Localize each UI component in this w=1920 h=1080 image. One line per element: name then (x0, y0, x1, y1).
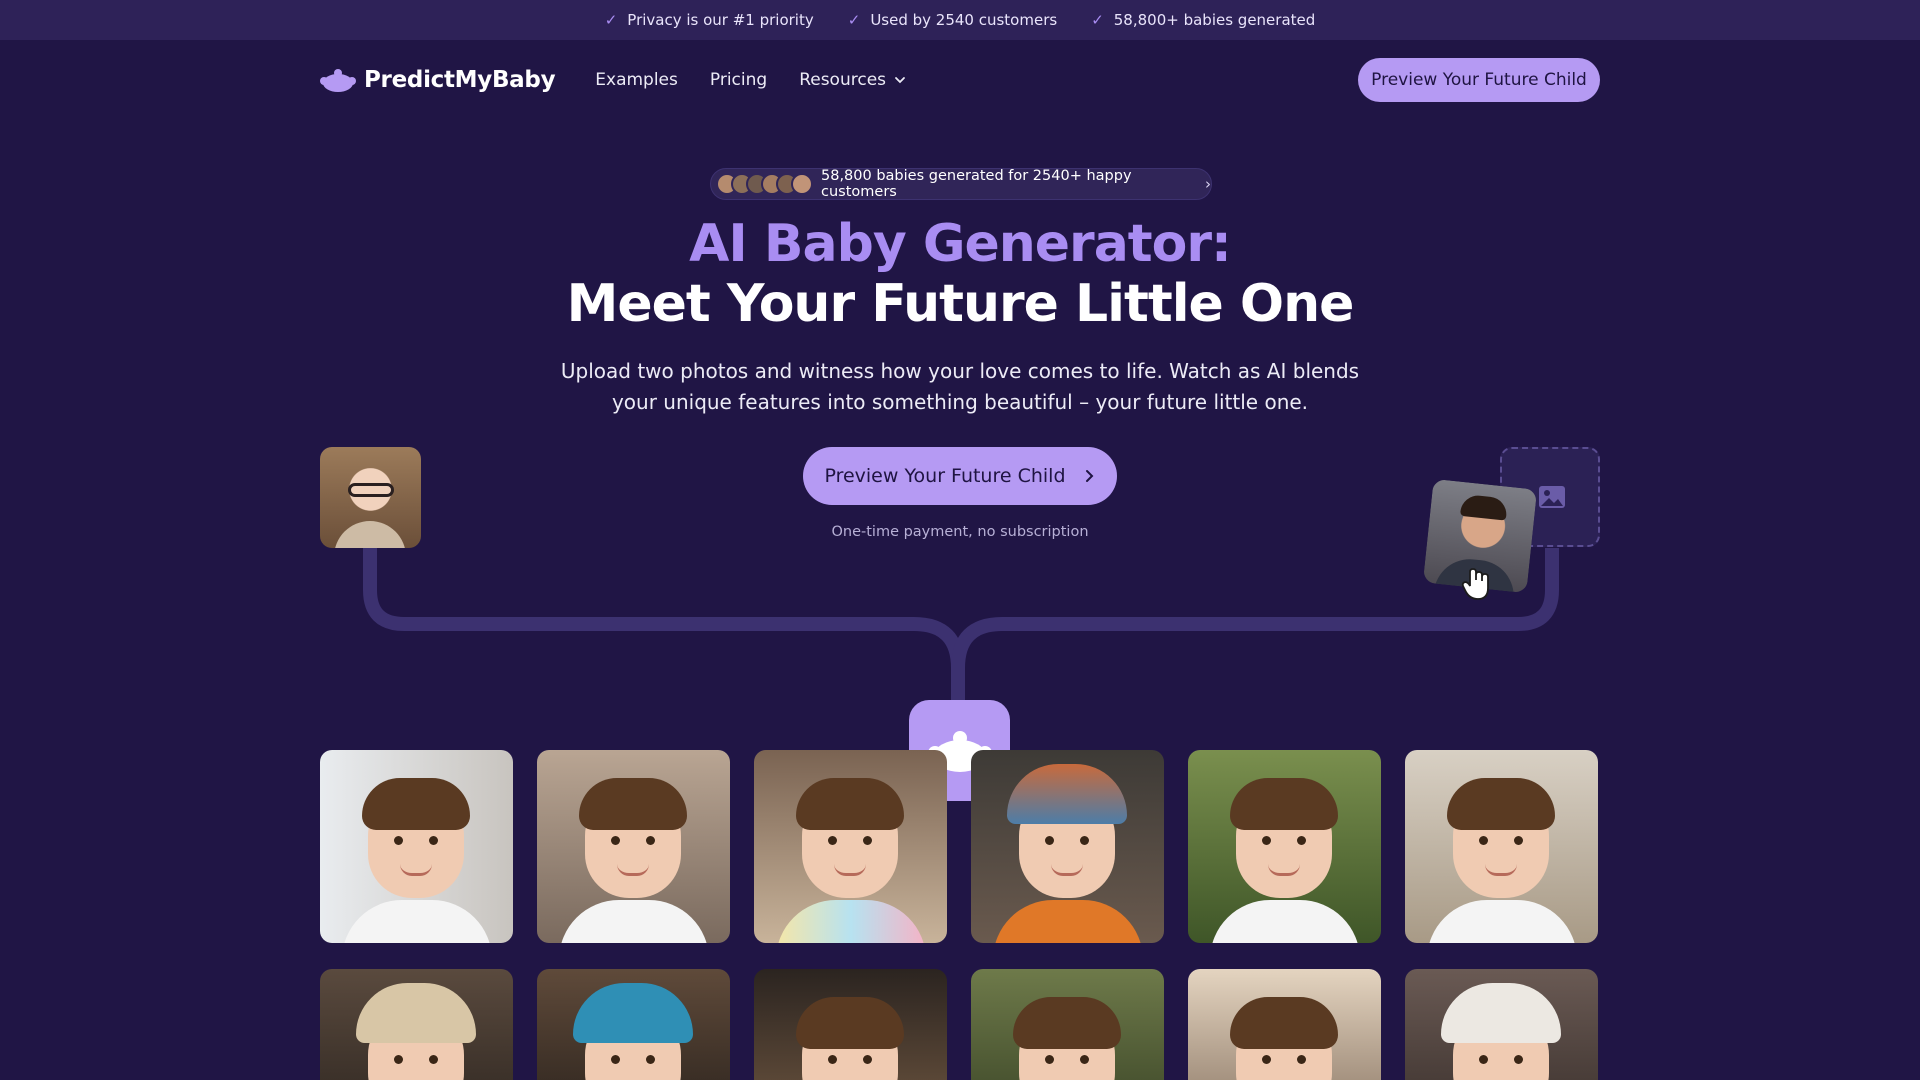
photo-eyes (828, 836, 872, 845)
photo-torso (1427, 900, 1577, 943)
chevron-down-icon (895, 77, 905, 84)
baby-photo (971, 969, 1164, 1080)
nav-preview-button[interactable]: Preview Your Future Child (1358, 58, 1600, 102)
brand-logo[interactable]: PredictMyBaby (320, 67, 556, 93)
topbar-item-customers: ✓ Used by 2540 customers (848, 11, 1057, 29)
photo-eyes (1262, 836, 1306, 845)
photo-eyes (1045, 836, 1089, 845)
photo-glasses (348, 483, 394, 497)
baby-photo (320, 969, 513, 1080)
baby-photo (754, 750, 947, 943)
photo-torso (1210, 900, 1360, 943)
photo-eyes (394, 836, 438, 845)
payment-note: One-time payment, no subscription (831, 524, 1089, 540)
baby-gallery-row-1 (320, 750, 1600, 943)
photo-beanie (1007, 764, 1127, 824)
photo-eyes (611, 1055, 655, 1064)
nav-links: Examples Pricing Resources (595, 70, 906, 90)
photo-eyes (828, 1055, 872, 1064)
photo-eyes (1479, 836, 1523, 845)
nav-link-resources[interactable]: Resources (799, 70, 906, 90)
baby-photo (537, 969, 730, 1080)
photo-beanie (573, 983, 693, 1043)
photo-hair (362, 778, 470, 830)
check-icon: ✓ (1091, 11, 1104, 29)
photo-hair (796, 778, 904, 830)
announcement-bar: ✓ Privacy is our #1 priority ✓ Used by 2… (0, 0, 1920, 40)
nav-link-examples[interactable]: Examples (595, 70, 678, 90)
check-icon: ✓ (604, 11, 618, 29)
baby-photo (1188, 750, 1381, 943)
hero-title-accent: AI Baby Generator: (689, 214, 1232, 274)
baby-head-icon (320, 69, 356, 92)
topbar-item-privacy: ✓ Privacy is our #1 priority (605, 11, 814, 29)
photo-hair (579, 778, 687, 830)
baby-photo (1405, 969, 1598, 1080)
brand-name: PredictMyBaby (364, 67, 556, 93)
social-proof-text: 58,800 babies generated for 2540+ happy … (821, 168, 1132, 200)
photo-torso (559, 900, 709, 943)
baby-photo (754, 969, 947, 1080)
check-icon: ✓ (847, 11, 861, 29)
photo-eyes (1479, 1055, 1523, 1064)
photo-eyes (1045, 1055, 1089, 1064)
image-icon (1539, 486, 1565, 508)
avatar (791, 173, 813, 195)
baby-photo (1405, 750, 1598, 943)
social-proof-pill[interactable]: 58,800 babies generated for 2540+ happy … (710, 168, 1212, 200)
photo-hair (1460, 493, 1509, 521)
hero-preview-button[interactable]: Preview Your Future Child (803, 447, 1117, 505)
photo-hair (796, 997, 904, 1049)
chevron-right-icon (1085, 470, 1093, 482)
topbar-item-generated: ✓ 58,800+ babies generated (1091, 11, 1315, 29)
photo-eyes (394, 1055, 438, 1064)
baby-photo (1188, 969, 1381, 1080)
baby-photo (537, 750, 730, 943)
nav-link-resources-label: Resources (799, 70, 887, 90)
customer-avatars (716, 173, 813, 195)
hero-subtitle: Upload two photos and witness how your l… (560, 359, 1360, 414)
photo-eyes (611, 836, 655, 845)
photo-hair (1230, 778, 1338, 830)
photo-beanie (1441, 983, 1561, 1043)
baby-gallery-row-2 (320, 969, 1600, 1080)
chevron-right-icon: › (1205, 175, 1211, 193)
topbar-item-label: Used by 2540 customers (870, 11, 1058, 29)
nav-link-pricing[interactable]: Pricing (710, 70, 767, 90)
topbar-item-label: Privacy is our #1 priority (627, 11, 814, 29)
hero-preview-button-label: Preview Your Future Child (824, 465, 1066, 487)
photo-shoulders (334, 521, 406, 548)
photo-hair (1447, 778, 1555, 830)
photo-torso (993, 900, 1143, 943)
baby-photo (320, 750, 513, 943)
topbar-item-label: 58,800+ babies generated (1113, 11, 1316, 29)
photo-torso (776, 900, 926, 943)
hero-title: Meet Your Future Little One (566, 274, 1355, 334)
photo-hat (356, 983, 476, 1043)
photo-eyes (1262, 1055, 1306, 1064)
mother-photo (320, 447, 421, 548)
main-nav: PredictMyBaby Examples Pricing Resources… (320, 58, 1600, 102)
photo-torso (342, 900, 492, 943)
baby-photo (971, 750, 1164, 943)
photo-hair (1230, 997, 1338, 1049)
hand-pointer-icon (1461, 568, 1489, 600)
photo-hair (1013, 997, 1121, 1049)
